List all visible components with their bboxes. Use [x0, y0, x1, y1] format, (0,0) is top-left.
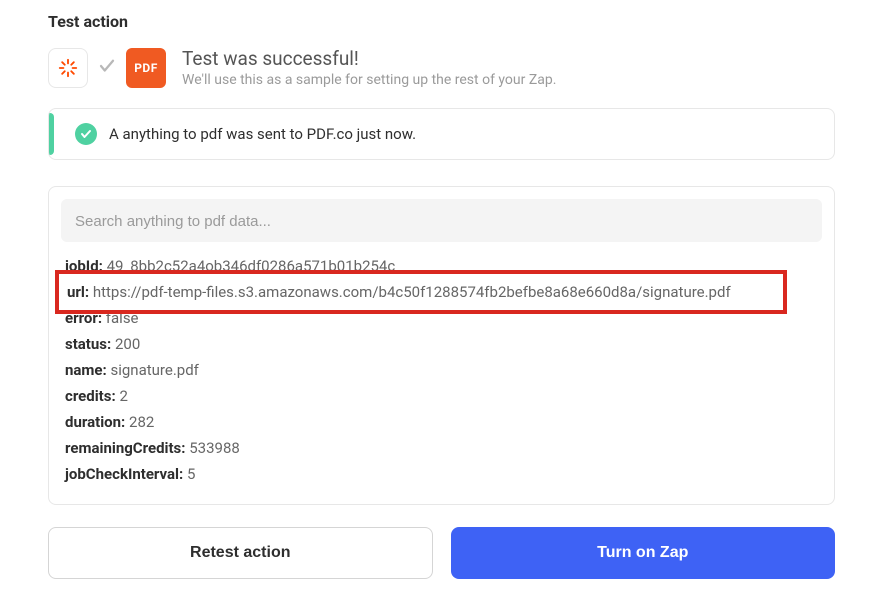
- data-row-error: error: false: [65, 306, 818, 330]
- pdf-label: PDF: [134, 61, 158, 75]
- data-row-url-hidden: url: https://pdf-temp-files.s3.amazonaws…: [65, 280, 818, 304]
- data-value: 2: [119, 387, 127, 405]
- data-key: jobId:: [65, 257, 103, 275]
- data-value: signature.pdf: [111, 361, 199, 379]
- search-input[interactable]: [75, 213, 808, 230]
- data-key: name:: [65, 361, 107, 379]
- data-row-interval: jobCheckInterval: 5: [65, 462, 818, 486]
- data-key: url:: [65, 283, 87, 301]
- pdfco-icon: PDF: [126, 48, 166, 88]
- data-key: remainingCredits:: [65, 439, 186, 457]
- data-row-status: status: 200: [65, 332, 818, 356]
- data-value: 49_8bb2c52a4ob346df0286a571b01b254c: [107, 257, 396, 275]
- data-row-credits: credits: 2: [65, 384, 818, 408]
- data-row-name: name: signature.pdf: [65, 358, 818, 382]
- section-title: Test action: [48, 12, 835, 31]
- check-icon: [98, 57, 116, 79]
- button-row: Retest action Turn on Zap: [48, 527, 835, 579]
- data-value: 533988: [189, 439, 240, 457]
- data-value: 200: [115, 335, 140, 353]
- data-key: error:: [65, 309, 102, 327]
- success-check-icon: [75, 123, 97, 145]
- data-key: credits:: [65, 387, 116, 405]
- status-card: A anything to pdf was sent to PDF.co jus…: [48, 108, 835, 160]
- turn-on-zap-button[interactable]: Turn on Zap: [451, 527, 836, 579]
- retest-button[interactable]: Retest action: [48, 527, 433, 579]
- data-row-jobid: jobId: 49_8bb2c52a4ob346df0286a571b01b25…: [65, 254, 818, 278]
- success-subtitle: We'll use this as a sample for setting u…: [182, 72, 556, 88]
- data-value: false: [106, 309, 139, 327]
- data-key: duration:: [65, 413, 125, 431]
- data-value: 282: [129, 413, 154, 431]
- data-row-remaining: remainingCredits: 533988: [65, 436, 818, 460]
- data-value: 5: [187, 465, 195, 483]
- test-header: PDF Test was successful! We'll use this …: [48, 47, 835, 88]
- data-row-duration: duration: 282: [65, 410, 818, 434]
- data-value: https://pdf-temp-files.s3.amazonaws.com/…: [91, 283, 729, 301]
- status-message: A anything to pdf was sent to PDF.co jus…: [109, 125, 416, 143]
- data-key: status:: [65, 335, 111, 353]
- result-list: jobId: 49_8bb2c52a4ob346df0286a571b01b25…: [61, 254, 822, 492]
- search-bar[interactable]: [61, 199, 822, 242]
- success-title: Test was successful!: [182, 47, 556, 70]
- data-key: jobCheckInterval:: [65, 465, 183, 483]
- result-panel: jobId: 49_8bb2c52a4ob346df0286a571b01b25…: [48, 186, 835, 505]
- zapier-icon: [48, 48, 88, 88]
